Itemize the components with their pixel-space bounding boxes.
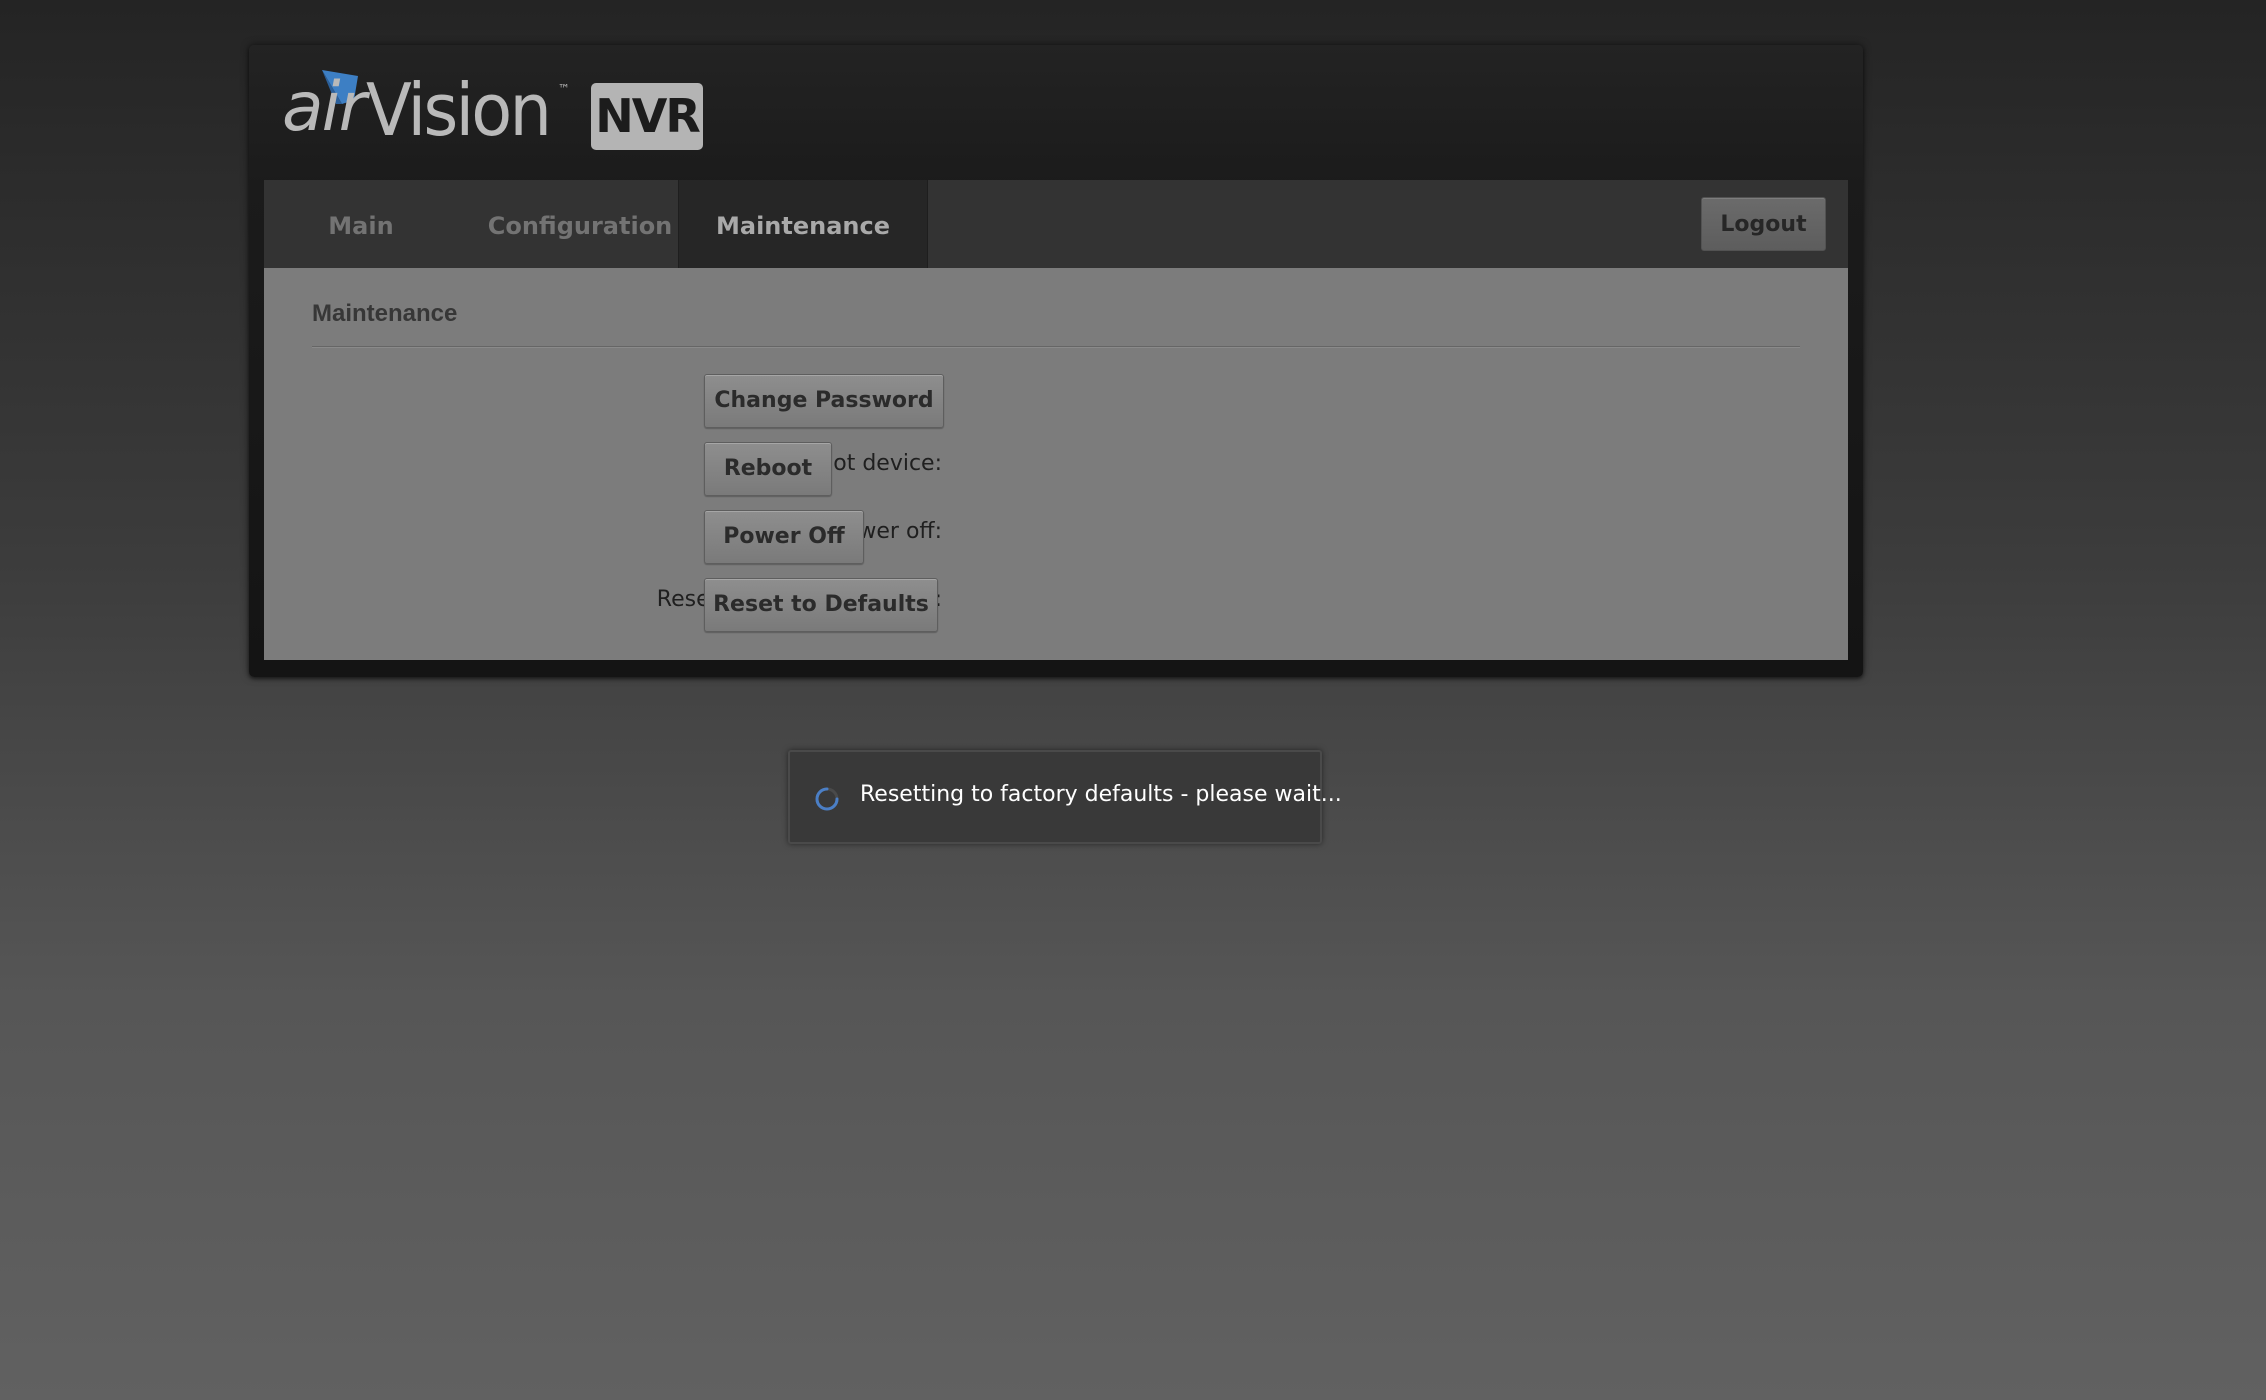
- reboot-button[interactable]: Reboot: [704, 442, 832, 496]
- tab-main[interactable]: Main: [298, 180, 424, 268]
- main-navigation: Main Configuration Maintenance Logout: [264, 180, 1848, 268]
- logo-text-air: air: [282, 68, 367, 147]
- tab-configuration[interactable]: Configuration: [455, 180, 705, 268]
- logo-text-vision: Vision: [366, 68, 552, 152]
- tab-maintenance[interactable]: Maintenance: [678, 180, 928, 268]
- logo-trademark: ™: [558, 82, 570, 96]
- maintenance-panel: Maintenance Change Password: Change Pass…: [264, 268, 1848, 660]
- airvision-nvr-logo: air Vision ™ NVR: [282, 70, 712, 160]
- progress-toast: Resetting to factory defaults - please w…: [788, 750, 1342, 844]
- spinner-icon: [815, 787, 839, 811]
- logout-button[interactable]: Logout: [1701, 197, 1826, 251]
- section-divider: [312, 346, 1800, 348]
- change-password-button[interactable]: Change Password: [704, 374, 944, 428]
- reset-to-defaults-button[interactable]: Reset to Defaults: [704, 578, 938, 632]
- logo-nvr-badge: NVR: [591, 83, 703, 150]
- toast-message: Resetting to factory defaults - please w…: [860, 782, 1342, 807]
- section-title: Maintenance: [312, 300, 458, 327]
- power-off-button[interactable]: Power Off: [704, 510, 864, 564]
